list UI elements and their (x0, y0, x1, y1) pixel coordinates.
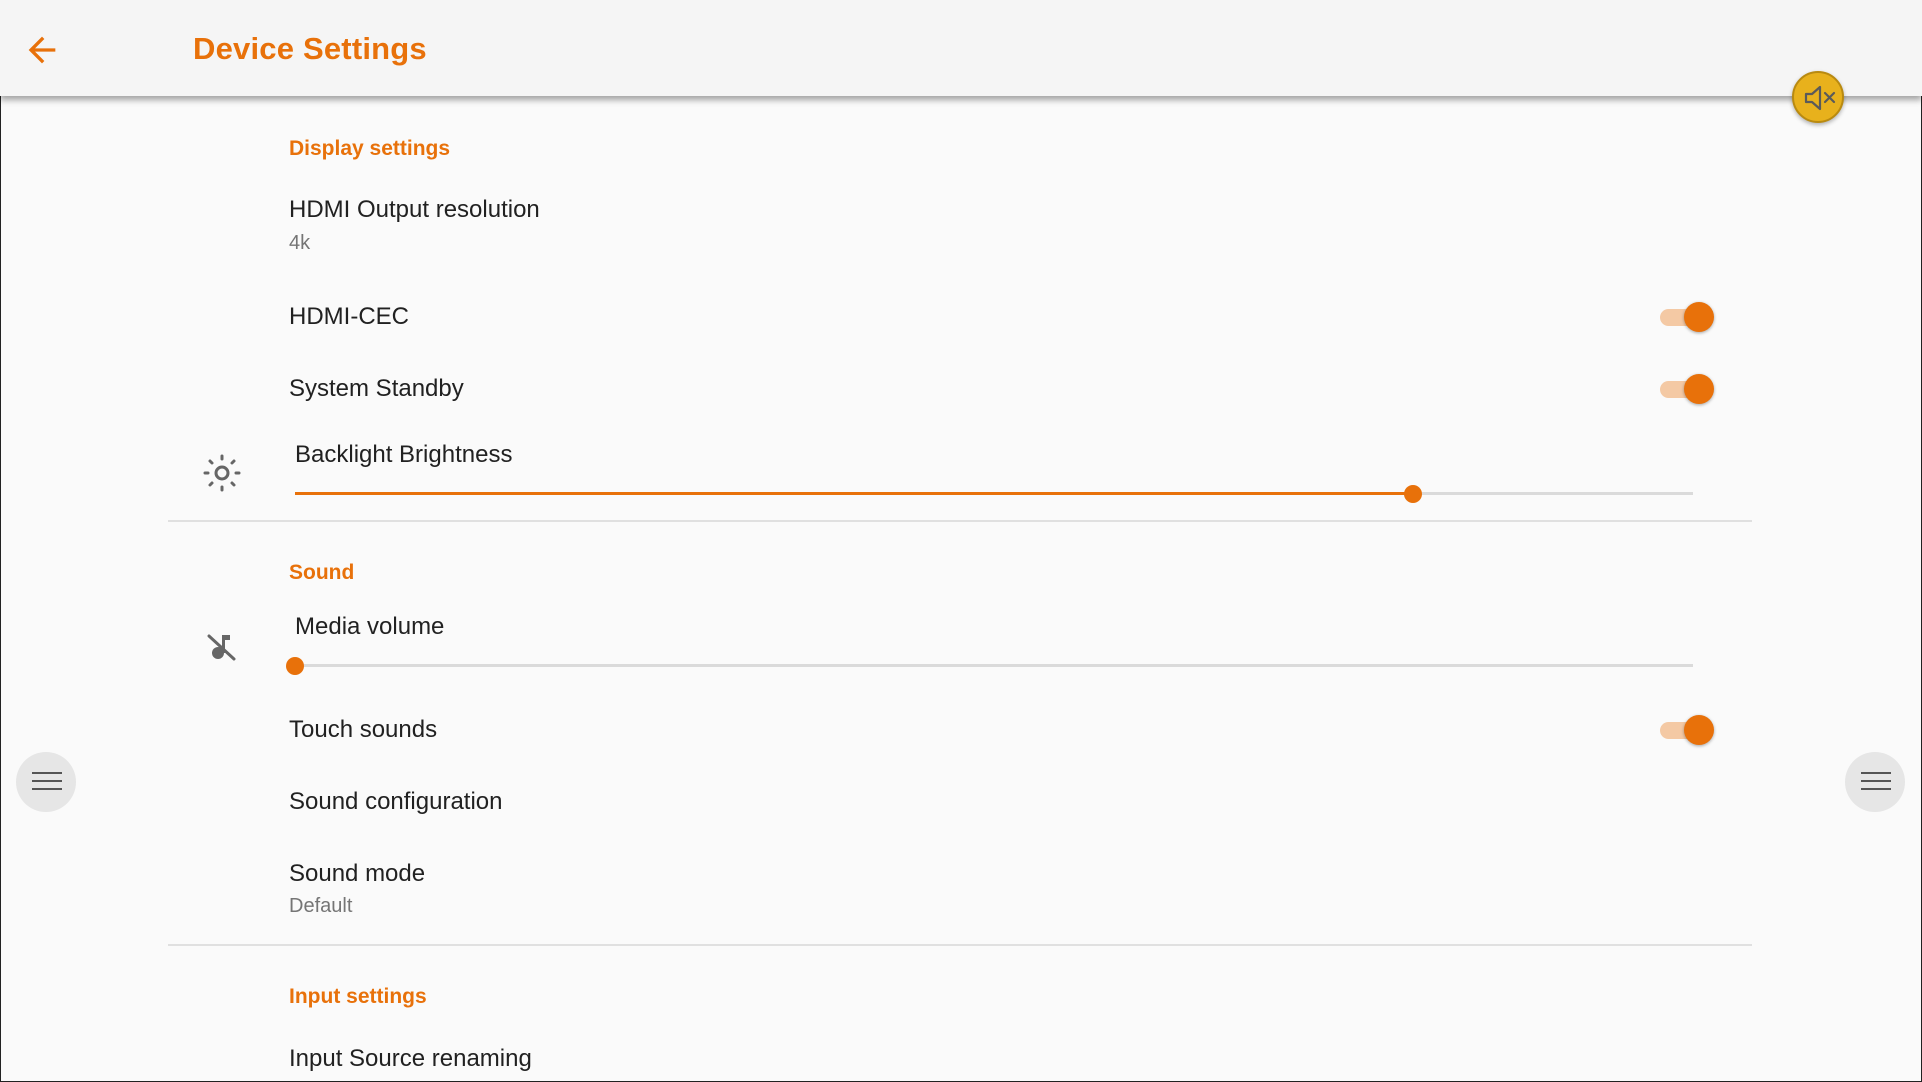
slider-thumb[interactable] (1404, 485, 1423, 503)
switch-thumb (1684, 374, 1714, 404)
volume-mute-icon (1804, 85, 1836, 111)
sound-configuration-title: Sound configuration (289, 788, 503, 815)
backlight-brightness-slider[interactable] (295, 481, 1693, 507)
hdmi-cec-title: HDMI-CEC (289, 303, 409, 330)
section-header-display: Display settings (289, 137, 451, 160)
section-divider (168, 520, 1752, 522)
music-off-icon (200, 623, 244, 667)
slider-rail (295, 664, 1693, 667)
hdmi-output-resolution-value: 4k (289, 232, 311, 254)
menu-icon (1861, 772, 1891, 796)
right-side-menu-button[interactable] (1845, 752, 1905, 812)
system-standby-switch[interactable] (1660, 371, 1714, 407)
app-bar: Device Settings (0, 0, 1922, 96)
hdmi-cec-switch[interactable] (1660, 299, 1714, 335)
sound-mode-title: Sound mode (289, 860, 426, 887)
section-divider (168, 944, 1752, 946)
backlight-brightness-title: Backlight Brightness (295, 441, 513, 468)
touch-sounds-title: Touch sounds (289, 716, 438, 743)
slider-fill (295, 492, 1414, 495)
sound-mode-value: Default (289, 895, 353, 917)
brightness-icon (200, 451, 244, 495)
section-header-sound: Sound (289, 561, 355, 584)
switch-thumb (1684, 302, 1714, 332)
back-button[interactable] (22, 30, 62, 70)
touch-sounds-switch[interactable] (1660, 712, 1714, 748)
page-title: Device Settings (193, 31, 427, 66)
slider-thumb[interactable] (286, 657, 304, 675)
mute-toggle-button[interactable] (1792, 71, 1844, 123)
media-volume-title: Media volume (295, 613, 445, 640)
hdmi-output-resolution-title: HDMI Output resolution (289, 196, 540, 223)
menu-icon (32, 772, 62, 796)
system-standby-title: System Standby (289, 375, 464, 402)
left-side-menu-button[interactable] (16, 752, 76, 812)
arrow-back-icon (28, 36, 56, 64)
section-header-input: Input settings (289, 985, 427, 1008)
switch-thumb (1684, 715, 1714, 745)
media-volume-slider[interactable] (286, 653, 1693, 679)
input-source-renaming-title: Input Source renaming (289, 1045, 532, 1072)
